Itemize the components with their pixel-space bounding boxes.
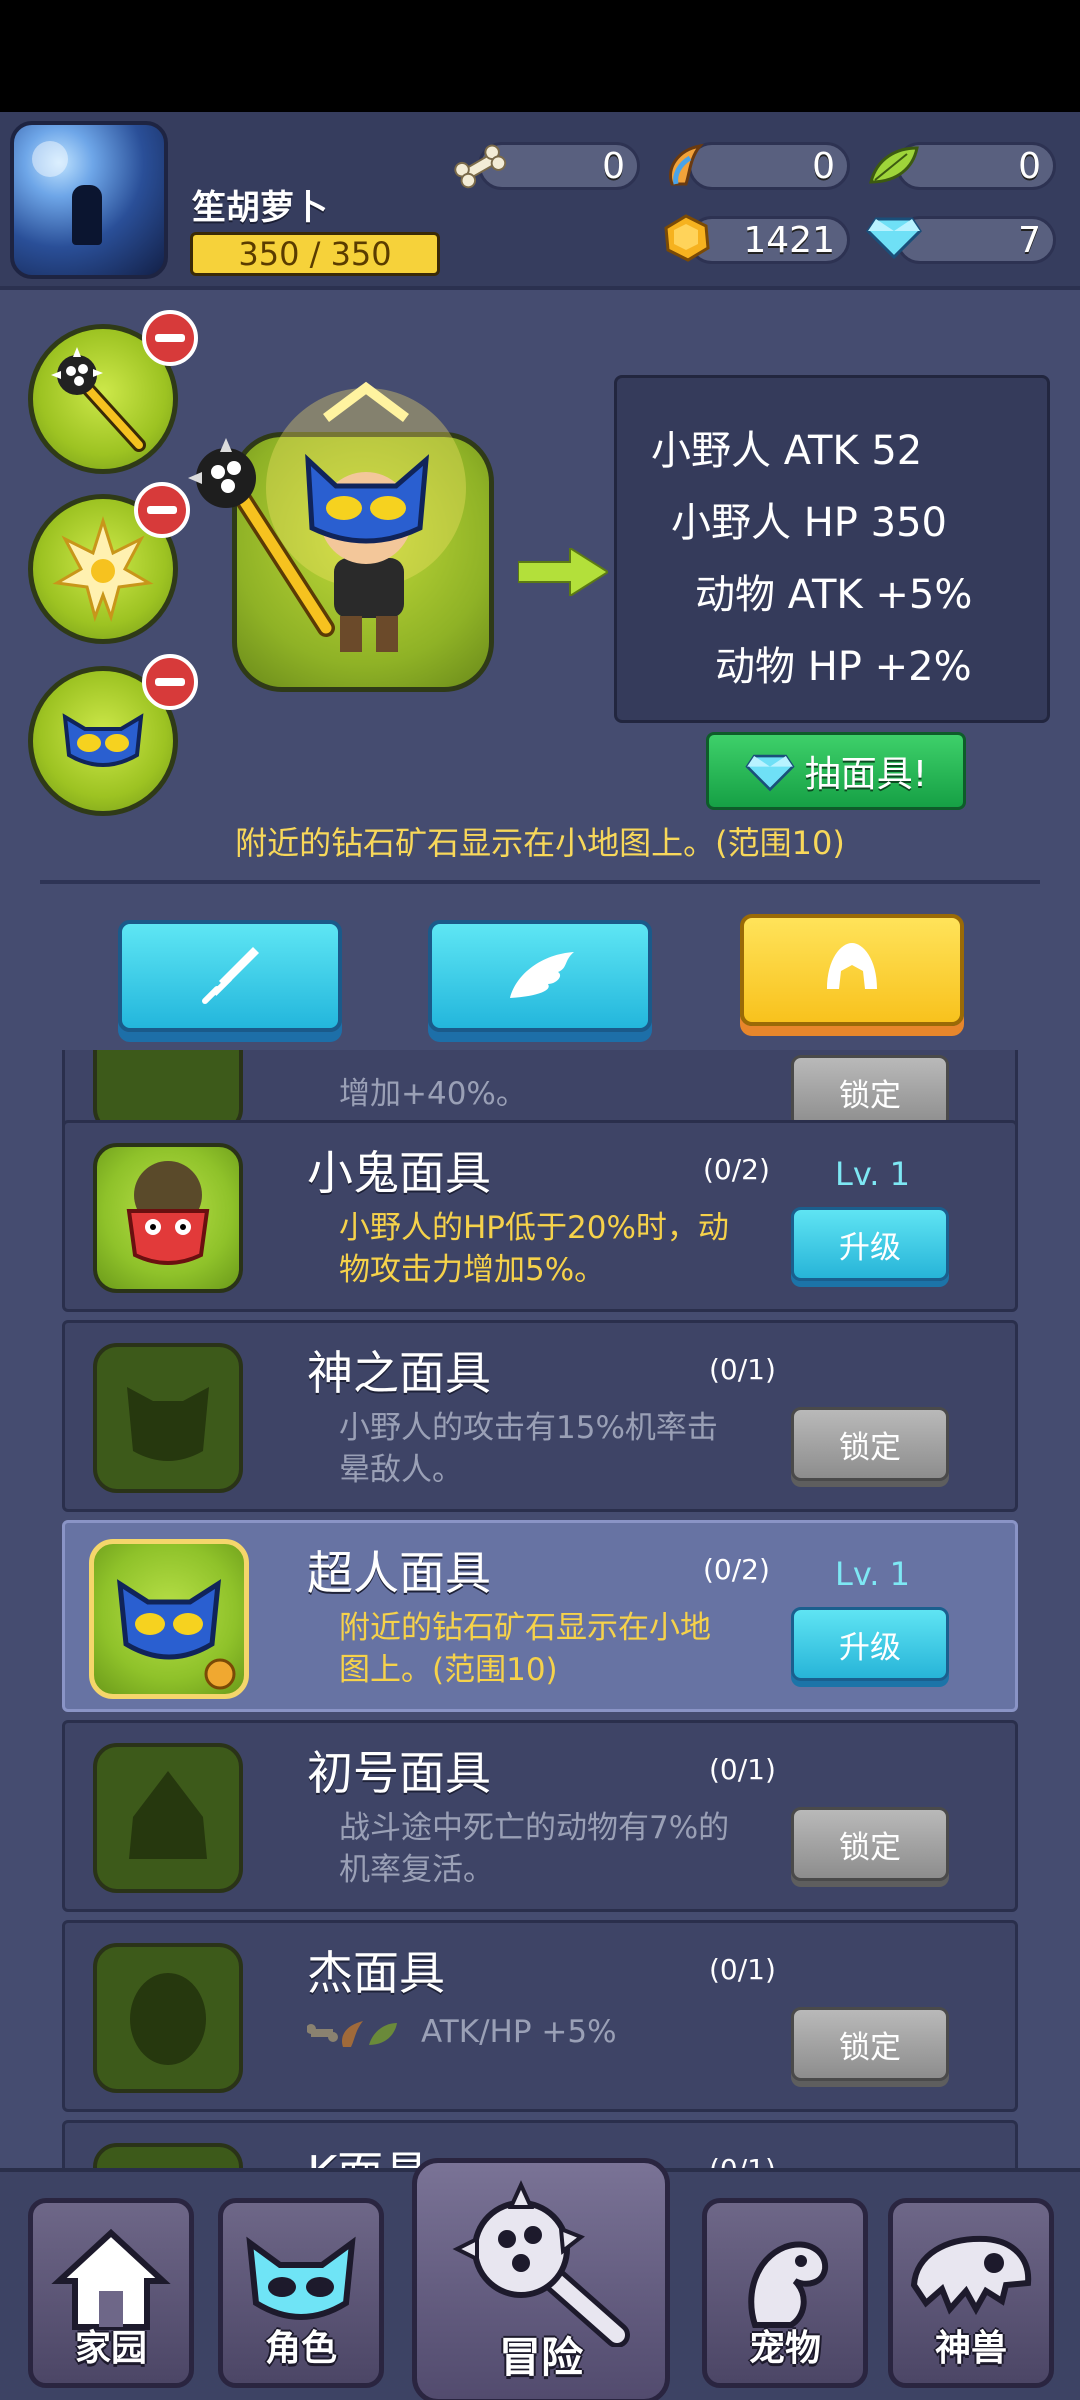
locked-button[interactable]: 锁定 bbox=[791, 1407, 949, 1481]
stats-arrow-icon bbox=[518, 548, 608, 596]
mask-name: 超人面具 bbox=[307, 1546, 491, 1600]
mask-name: K面具 bbox=[307, 2137, 429, 2168]
stats-panel: 小野人 ATK 52 小野人 HP 350 动物 ATK +5% 动物 HP +… bbox=[614, 375, 1050, 723]
diamond-count: 7 bbox=[1018, 219, 1041, 261]
tab-wings[interactable] bbox=[428, 920, 652, 1032]
nav-pets[interactable]: 宠物 bbox=[702, 2198, 868, 2388]
player-name: 笙胡萝卜 bbox=[192, 188, 328, 228]
tab-helmets[interactable] bbox=[740, 914, 964, 1026]
mask-description: 增加+40%。 bbox=[339, 1076, 527, 1112]
mask-description: 小野人的HP低于20%时，动物攻击力增加5%。 bbox=[339, 1210, 729, 1288]
unequip-weapon-button[interactable] bbox=[142, 310, 198, 366]
locked-button[interactable]: 锁定 bbox=[791, 2007, 949, 2081]
stat-player-atk: 小野人 ATK 52 bbox=[651, 428, 923, 474]
gold-count: 1421 bbox=[743, 219, 835, 261]
mask-level: Lv. 1 bbox=[835, 1155, 910, 1193]
nav-character[interactable]: 角色 bbox=[218, 2198, 384, 2388]
jie-mask-silhouette-icon bbox=[130, 1973, 206, 2065]
upgrade-button[interactable]: 升级 bbox=[791, 1607, 949, 1681]
upgrade-button[interactable]: 升级 bbox=[791, 1207, 949, 1281]
mask-name: 初号面具 bbox=[307, 1746, 491, 1800]
first-mask-silhouette-icon bbox=[129, 1771, 207, 1859]
list-item[interactable]: 杰面具 (0/1) ATK/HP +5% 锁定 bbox=[62, 1920, 1018, 2112]
nav-home-label: 家园 bbox=[74, 2328, 147, 2369]
player-avatar[interactable] bbox=[10, 121, 168, 279]
locked-button[interactable]: 锁定 bbox=[791, 1807, 949, 1881]
leaf-icon bbox=[369, 2023, 397, 2045]
nav-home[interactable]: 家园 bbox=[28, 2198, 194, 2388]
bone-count: 0 bbox=[602, 145, 625, 187]
superhero-mask-icon bbox=[116, 1579, 236, 1690]
tab-weapons[interactable] bbox=[118, 920, 342, 1032]
status-bar bbox=[0, 0, 1080, 112]
mask-count: (0/1) bbox=[709, 1353, 776, 1386]
stat-animal-atk: 动物 ATK +5% bbox=[695, 572, 973, 618]
mask-name: 杰面具 bbox=[307, 1946, 445, 2000]
nav-adventure[interactable]: 冒险 bbox=[412, 2158, 670, 2400]
god-mask-silhouette-icon bbox=[127, 1387, 209, 1461]
mask-count: (0/1) bbox=[709, 1753, 776, 1786]
draw-mask-label: 抽面具! bbox=[804, 754, 928, 795]
list-item[interactable]: 超人面具 (0/2) Lv. 1 附近的钻石矿石显示在小地图上。(范围10) 升… bbox=[62, 1520, 1018, 1712]
adventure-mace-icon bbox=[452, 2180, 630, 2347]
bone-icon bbox=[306, 2024, 338, 2042]
diamond-icon bbox=[866, 208, 922, 264]
mask-thumbnail bbox=[93, 1943, 243, 2093]
character-figure bbox=[188, 381, 466, 652]
mask-description: ATK/HP +5% bbox=[421, 2014, 617, 2050]
stat-animal-hp: 动物 HP +2% bbox=[715, 644, 972, 690]
nav-beasts[interactable]: 神兽 bbox=[888, 2198, 1054, 2388]
mask-description: 小野人的攻击有15%机率击晕敌人。 bbox=[339, 1410, 718, 1488]
nav-character-label: 角色 bbox=[264, 2328, 337, 2369]
material-icons bbox=[306, 2015, 399, 2055]
mask-list[interactable]: 增加+40%。 锁定 小鬼面具 (0/2) Lv. 1 小野人的HP低于20%时… bbox=[0, 1050, 1080, 2168]
gold-coin-icon bbox=[658, 210, 714, 266]
horn-icon bbox=[658, 138, 714, 194]
mask-description: 附近的钻石矿石显示在小地图上。(范围10) bbox=[339, 1610, 711, 1688]
divider bbox=[40, 880, 1040, 884]
mask-name: 神之面具 bbox=[307, 1346, 491, 1400]
diamond-icon bbox=[745, 754, 795, 792]
leaf-icon bbox=[866, 138, 922, 194]
nav-beasts-label: 神兽 bbox=[934, 2328, 1007, 2369]
mask-count: (0/2) bbox=[703, 1553, 770, 1586]
list-item[interactable]: 初号面具 (0/1) 战斗途中死亡的动物有7%的机率复活。 锁定 bbox=[62, 1720, 1018, 1912]
mask-thumbnail bbox=[93, 1743, 243, 1893]
mask-thumbnail bbox=[93, 1143, 243, 1293]
list-item[interactable]: 小鬼面具 (0/2) Lv. 1 小野人的HP低于20%时，动物攻击力增加5%。… bbox=[62, 1120, 1018, 1312]
horn-count: 0 bbox=[812, 145, 835, 187]
mask-count: (0/1) bbox=[709, 1953, 776, 1986]
mask-name: 小鬼面具 bbox=[307, 1146, 491, 1200]
nav-pets-label: 宠物 bbox=[748, 2328, 821, 2369]
mask-level: Lv. 1 bbox=[835, 1555, 910, 1593]
list-item[interactable]: 神之面具 (0/1) 小野人的攻击有15%机率击晕敌人。 锁定 bbox=[62, 1320, 1018, 1512]
bone-icon bbox=[452, 138, 508, 194]
stat-player-hp: 小野人 HP 350 bbox=[671, 500, 947, 546]
horn-icon bbox=[341, 2021, 363, 2047]
sword-icon bbox=[202, 947, 259, 1004]
nav-adventure-label: 冒险 bbox=[498, 2333, 583, 2382]
locked-button[interactable]: 锁定 bbox=[791, 1055, 949, 1129]
mask-thumbnail bbox=[89, 1539, 249, 1699]
mask-count: (0/2) bbox=[703, 1153, 770, 1186]
leaf-count: 0 bbox=[1018, 145, 1041, 187]
draw-mask-button[interactable]: 抽面具! bbox=[706, 732, 966, 810]
mask-thumbnail bbox=[93, 1343, 243, 1493]
mask-thumbnail bbox=[93, 2143, 243, 2168]
mask-count: (0/1) bbox=[709, 2153, 776, 2168]
helmet-icon bbox=[827, 943, 877, 989]
mask-description: 战斗途中死亡的动物有7%的机率复活。 bbox=[339, 1810, 730, 1888]
imp-mask-icon bbox=[126, 1161, 210, 1265]
player-hp-bar: 350 / 350 bbox=[190, 232, 440, 276]
wing-icon bbox=[510, 952, 574, 998]
equipped-mask-effect: 附近的钻石矿石显示在小地图上。(范围10) bbox=[235, 824, 845, 862]
